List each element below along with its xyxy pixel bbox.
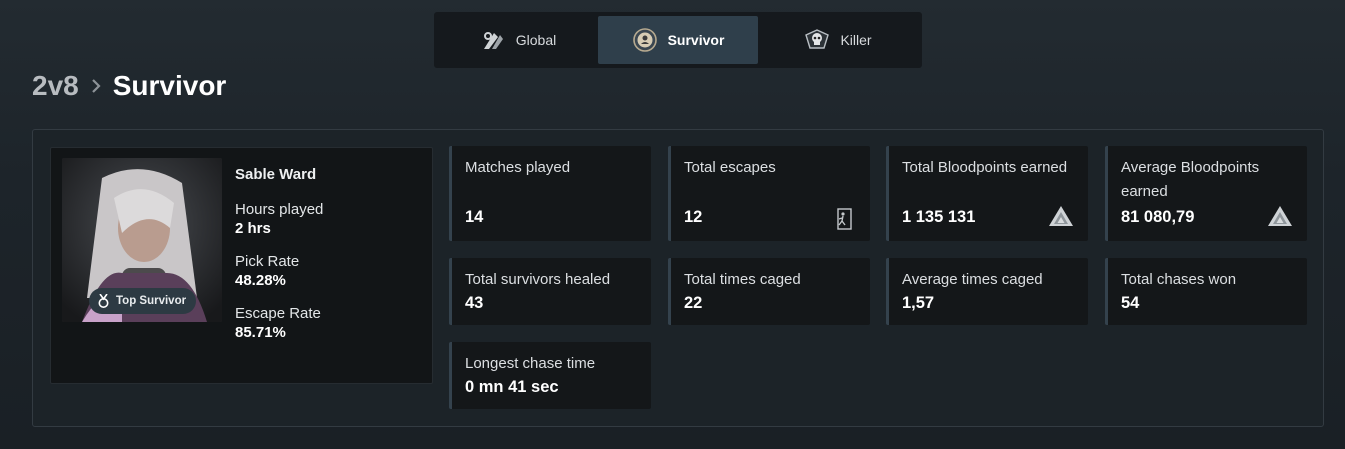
chevron-right-icon	[89, 70, 103, 102]
tab-killer[interactable]: Killer	[758, 16, 918, 64]
stat-card-value: 22	[684, 294, 703, 312]
stat-card-value: 54	[1121, 294, 1140, 312]
character-profile: Top Survivor Sable Ward Hours played 2 h…	[50, 147, 433, 384]
pick-rate-label: Pick Rate	[235, 253, 300, 270]
stat-card-total-bloodpoints: Total Bloodpoints earned 1 135 131	[886, 146, 1088, 241]
tab-survivor-label: Survivor	[667, 32, 725, 48]
stat-card-value: 14	[465, 208, 484, 226]
stat-card-title: Total escapes	[684, 159, 776, 176]
stat-card-average-times-caged: Average times caged 1,57	[886, 258, 1088, 325]
stat-card-title: Matches played	[465, 159, 571, 176]
character-name: Sable Ward	[235, 166, 317, 183]
tab-global-label: Global	[515, 32, 557, 48]
stat-card-title: Total Bloodpoints earned	[902, 159, 1068, 176]
bloodpoints-icon	[1049, 206, 1073, 226]
tab-survivor[interactable]: Survivor	[598, 16, 758, 64]
stat-card-value: 1 135 131	[902, 208, 976, 226]
stat-card-longest-chase: Longest chase time 0 mn 41 sec	[449, 342, 651, 409]
survivor-icon	[632, 28, 657, 52]
hours-played-value: 2 hrs	[235, 220, 271, 237]
tab-killer-label: Killer	[840, 32, 872, 48]
escape-rate-value: 85.71%	[235, 324, 286, 341]
stat-card-times-caged: Total times caged 22	[668, 258, 870, 325]
tab-global[interactable]: Global	[438, 16, 598, 64]
escape-rate-label: Escape Rate	[235, 305, 321, 322]
page-title: Survivor	[112, 70, 227, 101]
stat-card-survivors-healed: Total survivors healed 43	[449, 258, 651, 325]
top-survivor-badge: Top Survivor	[89, 288, 197, 314]
stat-card-value: 43	[465, 294, 484, 312]
stat-card-value: 12	[684, 208, 703, 226]
stat-card-average-bloodpoints: Average Bloodpoints earned 81 080,79	[1105, 146, 1307, 241]
breadcrumb-parent[interactable]: 2v8	[32, 70, 79, 102]
stat-card-chases-won: Total chases won 54	[1105, 258, 1307, 325]
stat-card-matches-played: Matches played 14	[449, 146, 651, 241]
stat-card-value: 1,57	[902, 294, 935, 312]
killer-skull-icon	[805, 29, 830, 49]
breadcrumb: 2v8 Survivor	[32, 68, 226, 104]
stat-card-title: Longest chase time	[465, 355, 596, 372]
mode-tabs: Global Survivor Killer	[434, 12, 922, 68]
global-icon	[483, 32, 503, 49]
stat-card-total-escapes: Total escapes 12	[668, 146, 870, 241]
bloodpoints-icon	[1268, 206, 1292, 226]
badge-label: Top Survivor	[116, 295, 187, 307]
stat-card-title: Average Bloodpoints earned	[1121, 159, 1260, 200]
stat-card-title: Total times caged	[684, 271, 801, 288]
character-info: Sable Ward Hours played 2 hrs Pick Rate …	[235, 166, 323, 357]
stat-card-title: Total survivors healed	[465, 271, 611, 288]
stats-panel: Top Survivor Sable Ward Hours played 2 h…	[32, 129, 1324, 427]
stat-card-title: Total chases won	[1121, 271, 1237, 288]
medal-icon	[98, 294, 109, 308]
stat-card-title: Average times caged	[902, 271, 1043, 288]
hours-played-label: Hours played	[235, 201, 324, 218]
stat-card-value: 81 080,79	[1121, 208, 1195, 226]
exit-door-icon	[837, 208, 852, 230]
pick-rate-value: 48.28%	[235, 272, 286, 289]
stat-card-value: 0 mn 41 sec	[465, 378, 559, 396]
